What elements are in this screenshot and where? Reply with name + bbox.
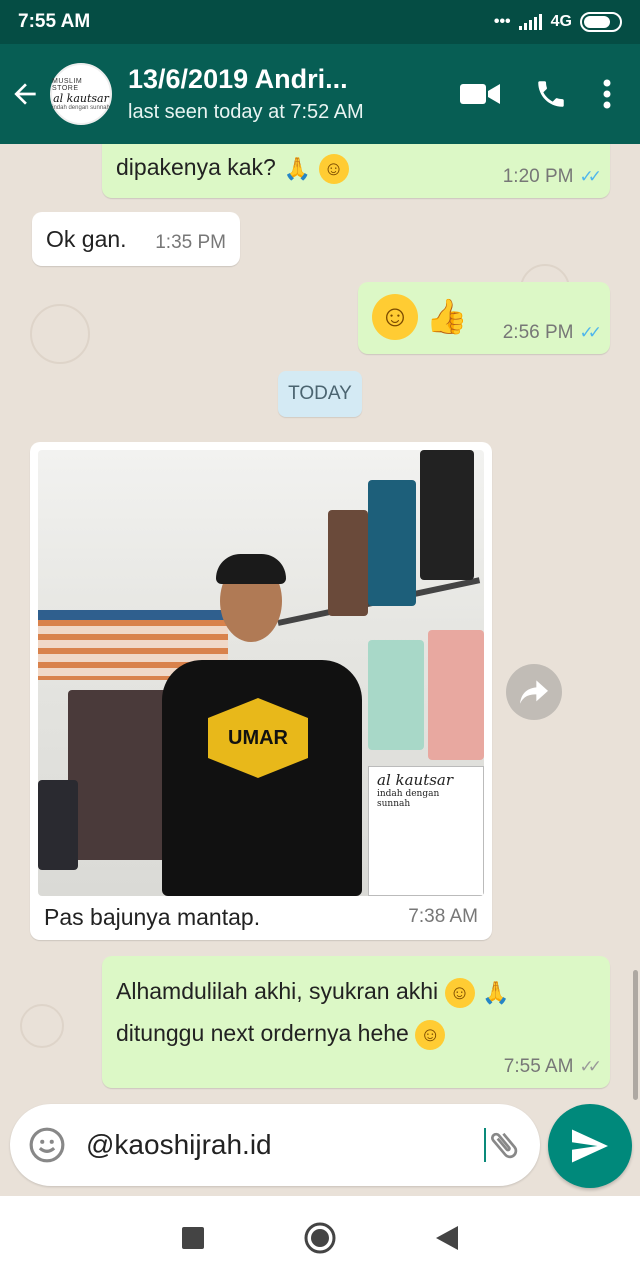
attachment-paperclip-icon[interactable] (486, 1127, 522, 1163)
signal-icon (518, 14, 542, 30)
message-text-line2: ditunggu next ordernya hehe (116, 1020, 409, 1046)
person-shirt (162, 660, 362, 896)
arrow-left-icon (14, 83, 36, 105)
message-bubble-outgoing[interactable]: Alhamdulilah akhi, syukran akhi ☺ 🙏 ditu… (102, 956, 610, 1088)
double-check-read-icon: ✓✓ (579, 323, 602, 342)
status-bar: 7:55 AM ••• 4G (0, 0, 640, 44)
last-seen: last seen today at 7:52 AM (128, 101, 364, 123)
chat-area[interactable]: dipakenya kak? 🙏 ☺ 1:20 PM ✓✓ Ok gan. 1:… (0, 144, 640, 1196)
grinning-sweat-emoji-icon: ☺ (415, 1019, 446, 1050)
store-sign: al kautsar indah dengan sunnah (368, 766, 484, 896)
message-bubble-outgoing[interactable]: dipakenya kak? 🙏 ☺ 1:20 PM ✓✓ (102, 144, 610, 198)
message-text: dipakenya kak? (116, 154, 276, 181)
message-time: 7:38 AM (408, 906, 478, 927)
thumbs-up-emoji-icon: 👍 (425, 298, 469, 336)
avatar[interactable]: MUSLIM STORE al kautsar indah dengan sun… (50, 63, 112, 125)
recents-square-icon[interactable] (182, 1227, 204, 1249)
network-type: 4G (550, 13, 572, 30)
message-text: Ok gan. (46, 226, 127, 252)
message-bubble-outgoing[interactable]: ☺ 👍 2:56 PM ✓✓ (358, 282, 610, 354)
contact-info[interactable]: 13/6/2019 Andri... last seen today at 7:… (128, 64, 460, 124)
photo-message[interactable]: al kautsar indah dengan sunnah UMAR (38, 450, 484, 896)
more-menu-icon[interactable] (602, 78, 612, 110)
contact-name: 13/6/2019 Andri... (128, 64, 348, 94)
home-circle-icon[interactable] (304, 1222, 336, 1254)
message-composer[interactable] (10, 1104, 540, 1186)
send-arrow-icon (572, 1129, 608, 1163)
emoji-picker-icon[interactable] (28, 1126, 66, 1164)
back-button[interactable] (0, 44, 50, 144)
smiling-face-emoji-icon: ☺ (372, 294, 418, 340)
message-time: 7:55 AM (503, 1056, 574, 1077)
message-time: 2:56 PM (502, 322, 574, 343)
status-time: 7:55 AM (18, 11, 91, 32)
double-check-delivered-icon: ✓✓ (579, 1057, 602, 1076)
back-triangle-icon[interactable] (436, 1226, 458, 1250)
forward-button[interactable] (506, 664, 562, 720)
double-check-read-icon: ✓✓ (579, 167, 602, 186)
notification-dots-icon: ••• (493, 13, 511, 30)
blushing-face-emoji-icon: ☺ (444, 977, 475, 1008)
message-text-line1: Alhamdulilah akhi, syukran akhi (116, 978, 439, 1004)
forward-arrow-icon (520, 680, 548, 704)
message-bubble-incoming[interactable]: Ok gan. 1:35 PM (32, 212, 240, 266)
folded-hands-emoji-icon: 🙏 (283, 156, 311, 181)
message-input[interactable] (86, 1129, 486, 1161)
message-time: 1:35 PM (155, 232, 226, 253)
halo-smile-emoji-icon: ☺ (318, 154, 349, 184)
message-bubble-incoming-photo[interactable]: al kautsar indah dengan sunnah UMAR Pas … (30, 442, 492, 940)
phone-call-icon[interactable] (534, 77, 568, 111)
folded-hands-emoji-icon: 🙏 (482, 979, 510, 1005)
system-nav-bar (0, 1196, 640, 1280)
scrollbar[interactable] (633, 970, 638, 1100)
date-divider: TODAY (278, 371, 362, 417)
send-button[interactable] (548, 1104, 632, 1188)
photo-caption: Pas bajunya mantap. (44, 904, 261, 930)
video-call-icon[interactable] (460, 80, 500, 108)
chat-header: MUSLIM STORE al kautsar indah dengan sun… (0, 44, 640, 144)
battery-icon (580, 12, 622, 32)
message-time: 1:20 PM (502, 166, 574, 187)
